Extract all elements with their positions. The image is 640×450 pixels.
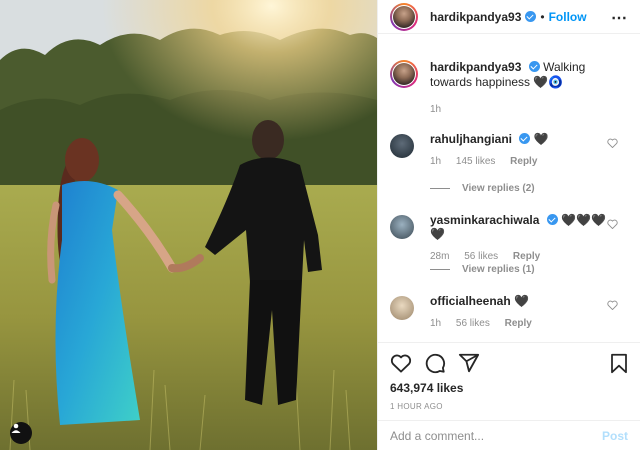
- view-replies-label: View replies (1): [462, 264, 535, 275]
- comment-time[interactable]: 1h: [430, 318, 441, 329]
- reply-button[interactable]: Reply: [513, 251, 540, 262]
- heart-icon[interactable]: [607, 138, 618, 148]
- post-comment-button[interactable]: Post: [602, 429, 628, 443]
- avatar[interactable]: [390, 2, 418, 31]
- replies-divider: [430, 269, 450, 270]
- comment-text: 🖤: [514, 294, 529, 308]
- verified-icon: [525, 11, 537, 22]
- header-separator: •: [540, 9, 545, 24]
- header-username[interactable]: hardikpandya93: [430, 10, 521, 24]
- comment-button[interactable]: [424, 352, 446, 374]
- comment-icon: [425, 353, 446, 374]
- comment-item: rahuljhangiani 🖤 1h 145 likes Reply: [390, 132, 640, 167]
- comment-item: officialheenah 🖤 1h 56 likes Reply: [390, 294, 640, 329]
- share-icon: [458, 353, 480, 373]
- action-bar: [390, 343, 628, 383]
- save-button[interactable]: [610, 353, 628, 379]
- heart-icon[interactable]: [607, 219, 618, 229]
- bookmark-icon: [611, 353, 627, 374]
- post-actions-section: 643,974 likes 1 HOUR AGO: [378, 342, 640, 411]
- post-photo-illustration: [0, 0, 377, 450]
- reply-button[interactable]: Reply: [510, 156, 537, 167]
- comment-username[interactable]: rahuljhangiani: [430, 132, 512, 146]
- verified-icon: [528, 61, 540, 72]
- comment-text: 🖤: [533, 132, 549, 146]
- caption-avatar[interactable]: [390, 60, 418, 88]
- view-replies-label: View replies (2): [462, 183, 535, 194]
- comment-username[interactable]: officialheenah: [430, 294, 511, 308]
- comment-likes[interactable]: 145 likes: [456, 156, 495, 167]
- more-horizontal-icon[interactable]: ⋯: [611, 8, 628, 28]
- replies-divider: [430, 188, 450, 189]
- heart-icon[interactable]: [607, 300, 618, 310]
- comment-input[interactable]: [390, 428, 602, 443]
- comment-time[interactable]: 1h: [430, 156, 441, 167]
- post-details-panel: hardikpandya93 • Follow ⋯ hardikpandya93…: [377, 0, 640, 450]
- comment-likes[interactable]: 56 likes: [464, 251, 498, 262]
- heart-icon: [390, 354, 412, 373]
- view-replies-button[interactable]: View replies (2): [430, 183, 535, 194]
- like-button[interactable]: [390, 353, 412, 373]
- comments-list[interactable]: hardikpandya93 Walking towards happiness…: [378, 48, 640, 338]
- user-tag-icon[interactable]: [10, 422, 32, 444]
- caption-username[interactable]: hardikpandya93: [430, 60, 521, 74]
- caption: hardikpandya93 Walking towards happiness…: [378, 48, 640, 117]
- verified-icon: [519, 133, 531, 144]
- comment-likes[interactable]: 56 likes: [456, 318, 490, 329]
- follow-button[interactable]: Follow: [549, 10, 587, 24]
- commenter-avatar[interactable]: [390, 215, 414, 239]
- reply-button[interactable]: Reply: [505, 318, 532, 329]
- share-button[interactable]: [458, 352, 480, 374]
- commenter-avatar[interactable]: [390, 296, 414, 320]
- likes-count[interactable]: 643,974 likes: [390, 381, 628, 395]
- comment-item: yasminkarachiwala 🖤🖤🖤🖤 28m 56 likes Repl…: [390, 213, 640, 262]
- view-replies-button[interactable]: View replies (1): [430, 264, 535, 275]
- verified-icon: [546, 214, 558, 225]
- add-comment-bar: Post: [378, 420, 640, 450]
- post-timestamp[interactable]: 1 HOUR AGO: [390, 402, 628, 411]
- commenter-avatar[interactable]: [390, 134, 414, 158]
- caption-time[interactable]: 1h: [430, 102, 620, 117]
- post-header: hardikpandya93 • Follow ⋯: [378, 0, 640, 34]
- post-photo[interactable]: [0, 0, 377, 450]
- comment-time[interactable]: 28m: [430, 251, 449, 262]
- user-tag-glyph: [11, 423, 21, 433]
- comment-username[interactable]: yasminkarachiwala: [430, 213, 539, 227]
